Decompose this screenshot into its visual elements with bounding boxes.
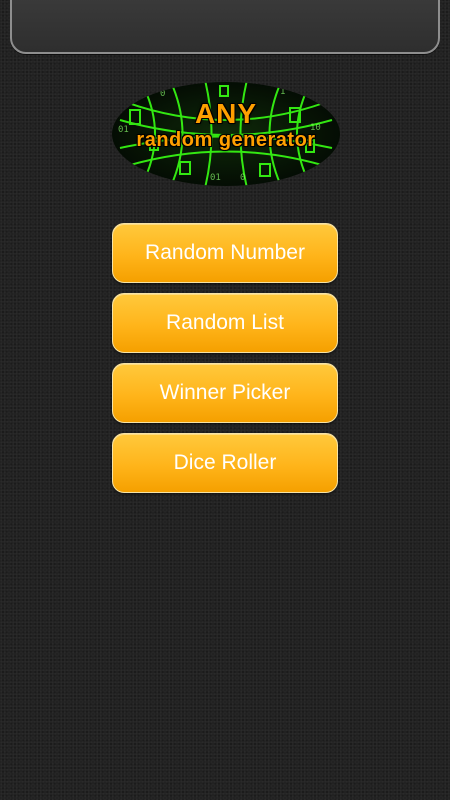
logo-subtitle: random generator (136, 129, 316, 151)
svg-text:01: 01 (210, 173, 221, 183)
svg-text:1: 1 (280, 87, 285, 97)
app-logo: 01 10 0 1 01 0 ANY random generator (110, 80, 342, 188)
svg-text:0: 0 (240, 173, 245, 183)
top-panel (10, 0, 440, 54)
random-list-button[interactable]: Random List (112, 293, 338, 353)
logo-title: ANY (194, 98, 258, 129)
main-menu: Random Number Random List Winner Picker … (112, 223, 338, 503)
winner-picker-button[interactable]: Winner Picker (112, 363, 338, 423)
random-number-button[interactable]: Random Number (112, 223, 338, 283)
dice-roller-button[interactable]: Dice Roller (112, 433, 338, 493)
